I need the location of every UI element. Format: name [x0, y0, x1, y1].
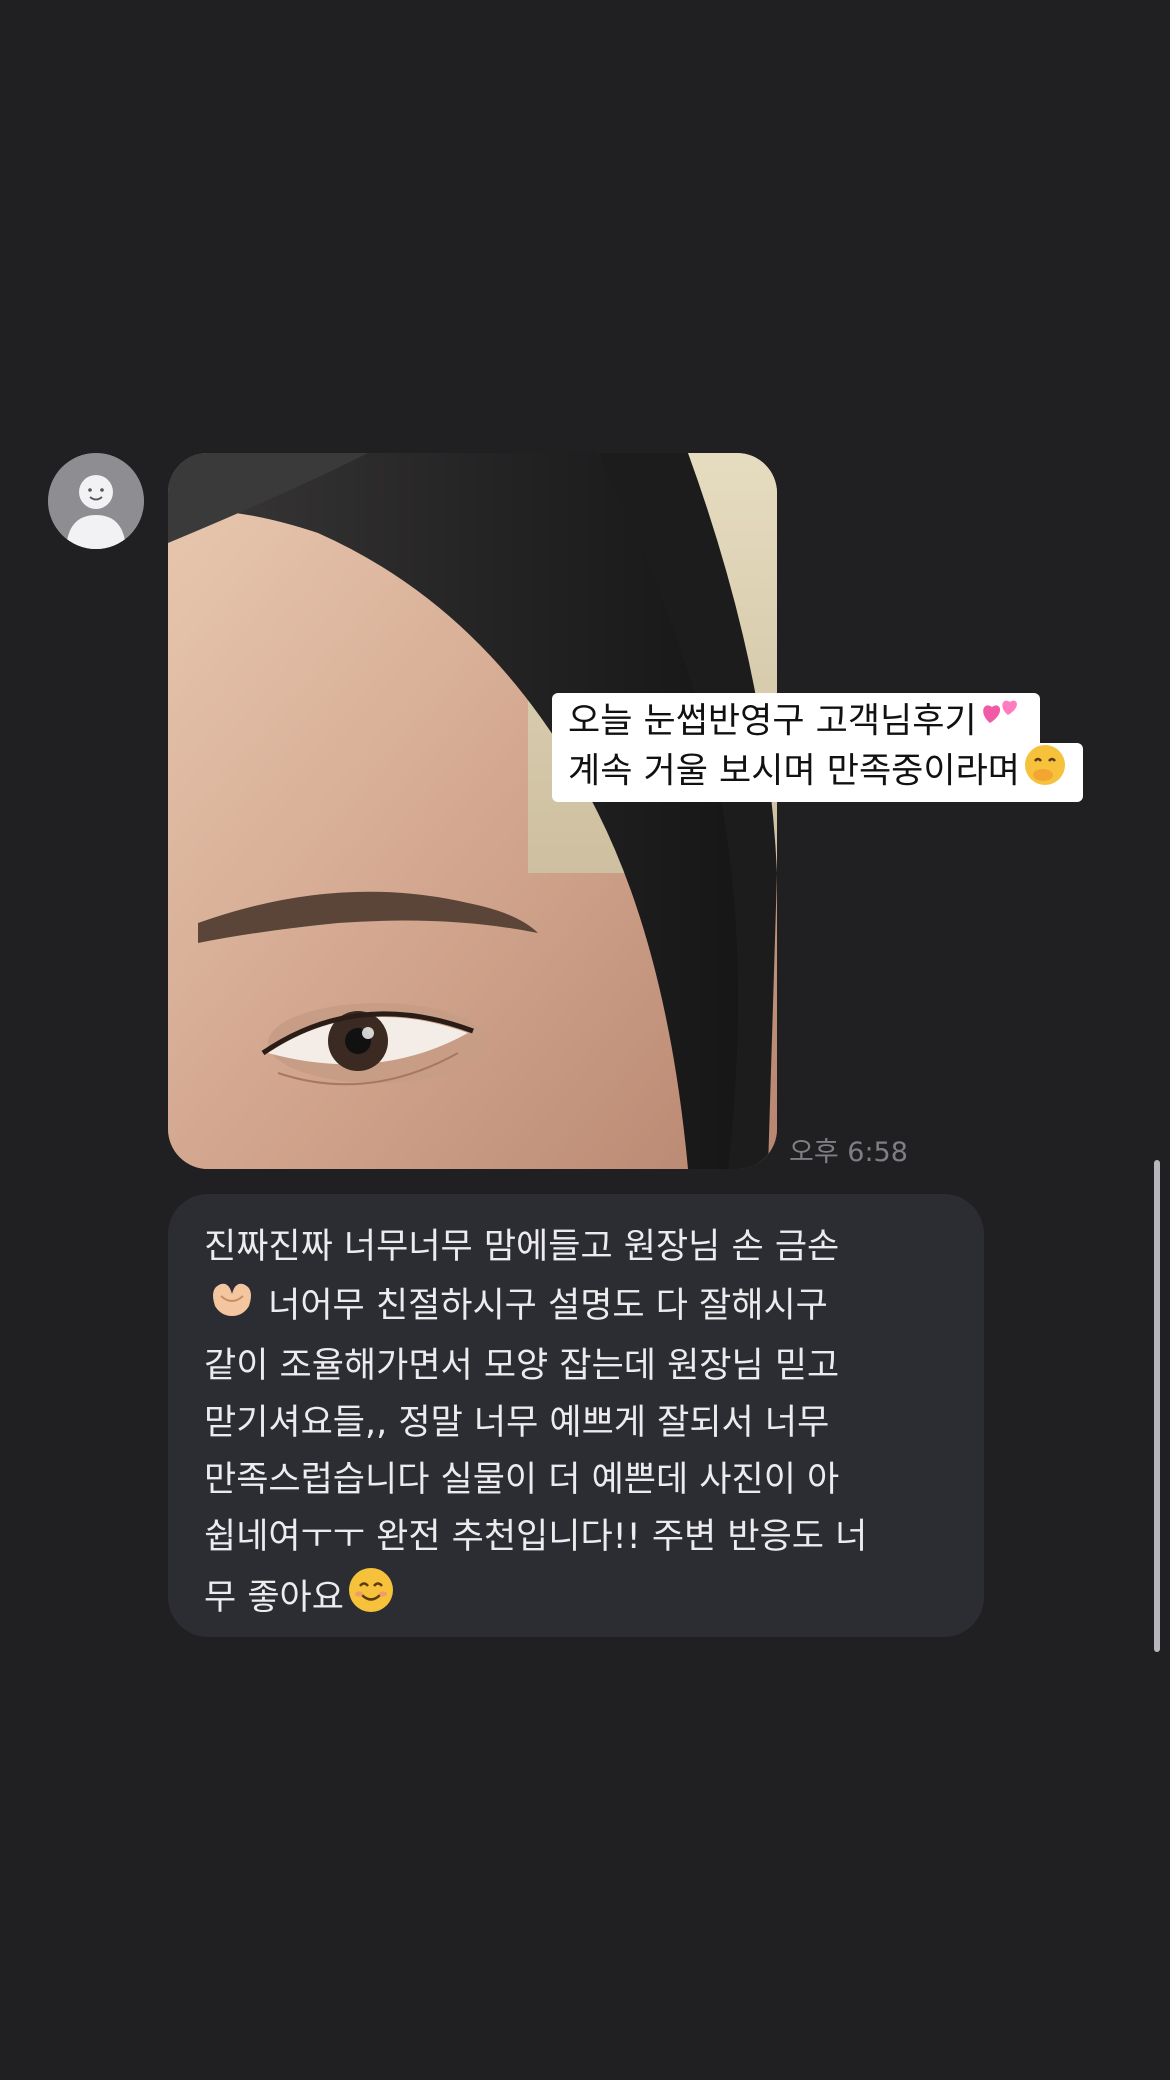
- scrollbar[interactable]: [1154, 1160, 1160, 1652]
- review-line: 너어무 친절하시구 설명도 다 잘해시구: [204, 1276, 948, 1338]
- heart-hands-icon: [207, 1276, 257, 1338]
- eyebrow-photo: [168, 453, 777, 1169]
- review-message-bubble[interactable]: 진짜진짜 너무너무 맘에들고 원장님 손 금손 너어무 친절하시구 설명도 다 …: [168, 1194, 984, 1637]
- review-line: 만족스럽습니다 실물이 더 예쁜데 사진이 아: [204, 1460, 840, 1500]
- review-line: 맏기셔요들,, 정말 너무 예쁘게 잘되서 너무: [204, 1403, 830, 1443]
- message-timestamp: 오후 6:58: [789, 1137, 908, 1168]
- review-line: 무 좋아요: [204, 1566, 948, 1632]
- review-line: 진짜진짜 너무너무 맘에들고 원장님 손 금손: [204, 1227, 840, 1267]
- sender-avatar[interactable]: [48, 453, 144, 549]
- face-with-hand-over-mouth-icon: [1023, 743, 1067, 802]
- review-line: 쉽네여ㅜㅜ 완전 추천입니다!! 주변 반응도 너: [204, 1517, 868, 1557]
- smiling-face-icon: [347, 1566, 395, 1632]
- review-line: 같이 조율해가면서 모양 잡는데 원장님 믿고: [204, 1346, 840, 1386]
- photo-message[interactable]: [168, 453, 777, 1169]
- person-silhouette-icon: [48, 453, 144, 549]
- photo-caption-line2: 계속 거울 보시며 만족중이라며: [552, 743, 1083, 802]
